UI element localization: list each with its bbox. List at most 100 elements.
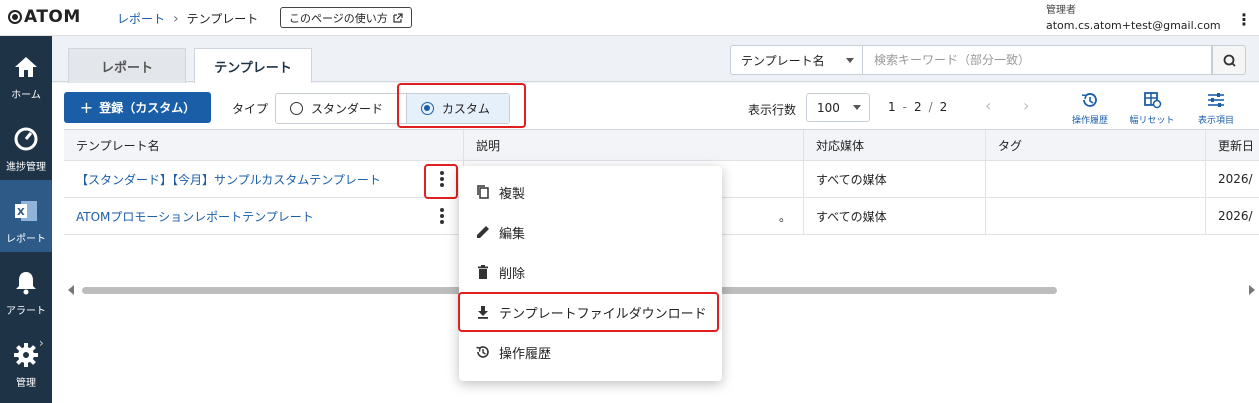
rows-per-page-value: 100: [817, 100, 840, 115]
scroll-left-icon[interactable]: [68, 285, 74, 295]
breadcrumb-report-link[interactable]: レポート: [117, 10, 165, 27]
tag-cell: [986, 161, 1206, 197]
bell-icon: [16, 272, 36, 295]
sidebar-item-label: 進捗管理: [6, 162, 46, 173]
home-icon: [15, 57, 37, 77]
menu-item-label: 操作履歴: [499, 346, 552, 362]
rows-per-page-select[interactable]: 100: [806, 93, 870, 122]
sidebar-item-label: ホーム: [11, 90, 41, 101]
sidebar-item-report[interactable]: X レポート: [0, 180, 52, 252]
user-role: 管理者: [1046, 5, 1076, 16]
updated-cell: 2026/: [1218, 209, 1253, 223]
history-tool-button[interactable]: 操作履歴: [1063, 91, 1117, 126]
row-context-menu: 複製 編集 削除 テンプレートファイルダウンロード 操作履歴: [459, 166, 722, 381]
template-name-link[interactable]: ATOMプロモーションレポートテンプレート: [76, 208, 314, 225]
atom-logo[interactable]: ATOM: [8, 7, 81, 27]
tag-cell: [986, 198, 1206, 234]
menu-item-label: 削除: [499, 266, 526, 282]
template-name-cell: 【スタンダード】【今月】サンプルカスタムテンプレート: [64, 161, 464, 197]
type-option-custom[interactable]: カスタム: [405, 94, 509, 123]
add-custom-button[interactable]: + 登録（カスタム）: [64, 92, 211, 123]
sidebar: ホーム 進捗管理 X レポート アラート › 管理: [0, 36, 52, 403]
chevron-right-icon: ›: [39, 336, 44, 350]
sidebar-item-admin[interactable]: › 管理: [0, 324, 52, 396]
pager-to: 2: [913, 100, 922, 114]
column-header[interactable]: タグ: [986, 130, 1206, 160]
pager-from: 1: [888, 100, 896, 114]
prev-page-icon[interactable]: ‹: [985, 96, 991, 115]
type-option-standard[interactable]: スタンダード: [276, 94, 406, 123]
template-name-cell: ATOMプロモーションレポートテンプレート: [64, 198, 464, 234]
next-page-icon[interactable]: ›: [1023, 96, 1029, 115]
search-field-select[interactable]: テンプレート名: [730, 45, 863, 75]
menu-item-history[interactable]: 操作履歴: [459, 332, 722, 372]
chevron-down-icon: [846, 58, 854, 63]
template-table: テンプレート名 説明 対応媒体 タグ 更新日 【スタンダード】【今月】サンプルカ…: [64, 129, 1259, 235]
media-cell: すべての媒体: [804, 161, 986, 197]
type-segmented-control: スタンダード カスタム: [275, 93, 510, 124]
search-button[interactable]: [1212, 45, 1246, 75]
type-option-label: スタンダード: [311, 102, 384, 116]
sidebar-item-home[interactable]: ホーム: [0, 36, 52, 108]
tab-report[interactable]: レポート: [68, 48, 186, 83]
svg-text:X: X: [17, 207, 25, 218]
display-items-tool-button[interactable]: 表示項目: [1189, 91, 1243, 126]
tool-label: 幅リセット: [1129, 116, 1175, 126]
trash-icon: [478, 265, 488, 279]
tune-icon: [1208, 93, 1224, 107]
sidebar-item-label: 管理: [16, 378, 36, 389]
gauge-icon: [14, 127, 38, 151]
history-icon: [1081, 93, 1097, 107]
more-vert-icon[interactable]: ⋮: [1236, 10, 1252, 29]
pager-dash: -: [902, 100, 907, 114]
chevron-right-icon: ›: [173, 10, 179, 27]
tab-template[interactable]: テンプレート: [194, 48, 312, 84]
column-header[interactable]: 更新日: [1206, 130, 1259, 160]
table-header-row: テンプレート名 説明 対応媒体 タグ 更新日: [64, 130, 1259, 161]
row-menu-icon[interactable]: [437, 170, 447, 188]
tool-label: 操作履歴: [1071, 116, 1108, 126]
user-info[interactable]: 管理者 atom.cs.atom+test@gmail.com: [1046, 3, 1221, 33]
column-header[interactable]: 対応媒体: [804, 130, 986, 160]
sidebar-item-progress[interactable]: 進捗管理: [0, 108, 52, 180]
pager-slash: /: [928, 100, 933, 114]
external-link-icon: [393, 12, 403, 23]
chevron-down-icon: [853, 105, 861, 110]
menu-item-download-template[interactable]: テンプレートファイルダウンロード: [459, 292, 722, 332]
sidebar-item-label: レポート: [6, 234, 46, 245]
add-custom-label: 登録（カスタム）: [99, 101, 196, 115]
menu-item-duplicate[interactable]: 複製: [459, 172, 722, 212]
template-name-link[interactable]: 【スタンダード】【今月】サンプルカスタムテンプレート: [76, 171, 381, 188]
edit-icon: [477, 226, 489, 238]
media-cell: すべての媒体: [804, 198, 986, 234]
type-label: タイプ: [232, 102, 269, 116]
column-header[interactable]: テンプレート名: [64, 130, 464, 160]
scroll-right-icon[interactable]: [1249, 285, 1255, 295]
history-icon: [476, 346, 489, 358]
pager-info: 1-2/2: [888, 100, 947, 114]
menu-item-edit[interactable]: 編集: [459, 212, 722, 252]
user-email: atom.cs.atom+test@gmail.com: [1046, 19, 1221, 32]
pager-total: 2: [939, 100, 948, 114]
menu-item-label: テンプレートファイルダウンロード: [499, 306, 707, 322]
table-reset-icon: [1144, 92, 1162, 109]
type-option-label: カスタム: [441, 102, 490, 116]
breadcrumb-current: テンプレート: [186, 12, 259, 26]
radio-off-icon: [290, 102, 303, 115]
excel-icon: X: [15, 201, 37, 221]
column-header[interactable]: 説明: [464, 130, 804, 160]
row-menu-icon[interactable]: [437, 207, 447, 225]
plus-icon: +: [79, 98, 94, 117]
reset-width-tool-button[interactable]: 幅リセット: [1125, 91, 1179, 126]
menu-item-delete[interactable]: 削除: [459, 252, 722, 292]
tab-bar: レポート テンプレート テンプレート名: [52, 36, 1259, 84]
rows-per-page-label: 表示行数: [748, 103, 797, 117]
help-button[interactable]: このページの使い方: [280, 7, 412, 28]
search-input[interactable]: [863, 45, 1212, 75]
tool-label: 表示項目: [1197, 116, 1234, 126]
copy-icon: [477, 185, 489, 199]
sidebar-item-alert[interactable]: アラート: [0, 252, 52, 324]
menu-item-label: 編集: [499, 226, 526, 242]
sidebar-item-label: アラート: [6, 306, 46, 317]
search-icon: [1223, 54, 1236, 67]
